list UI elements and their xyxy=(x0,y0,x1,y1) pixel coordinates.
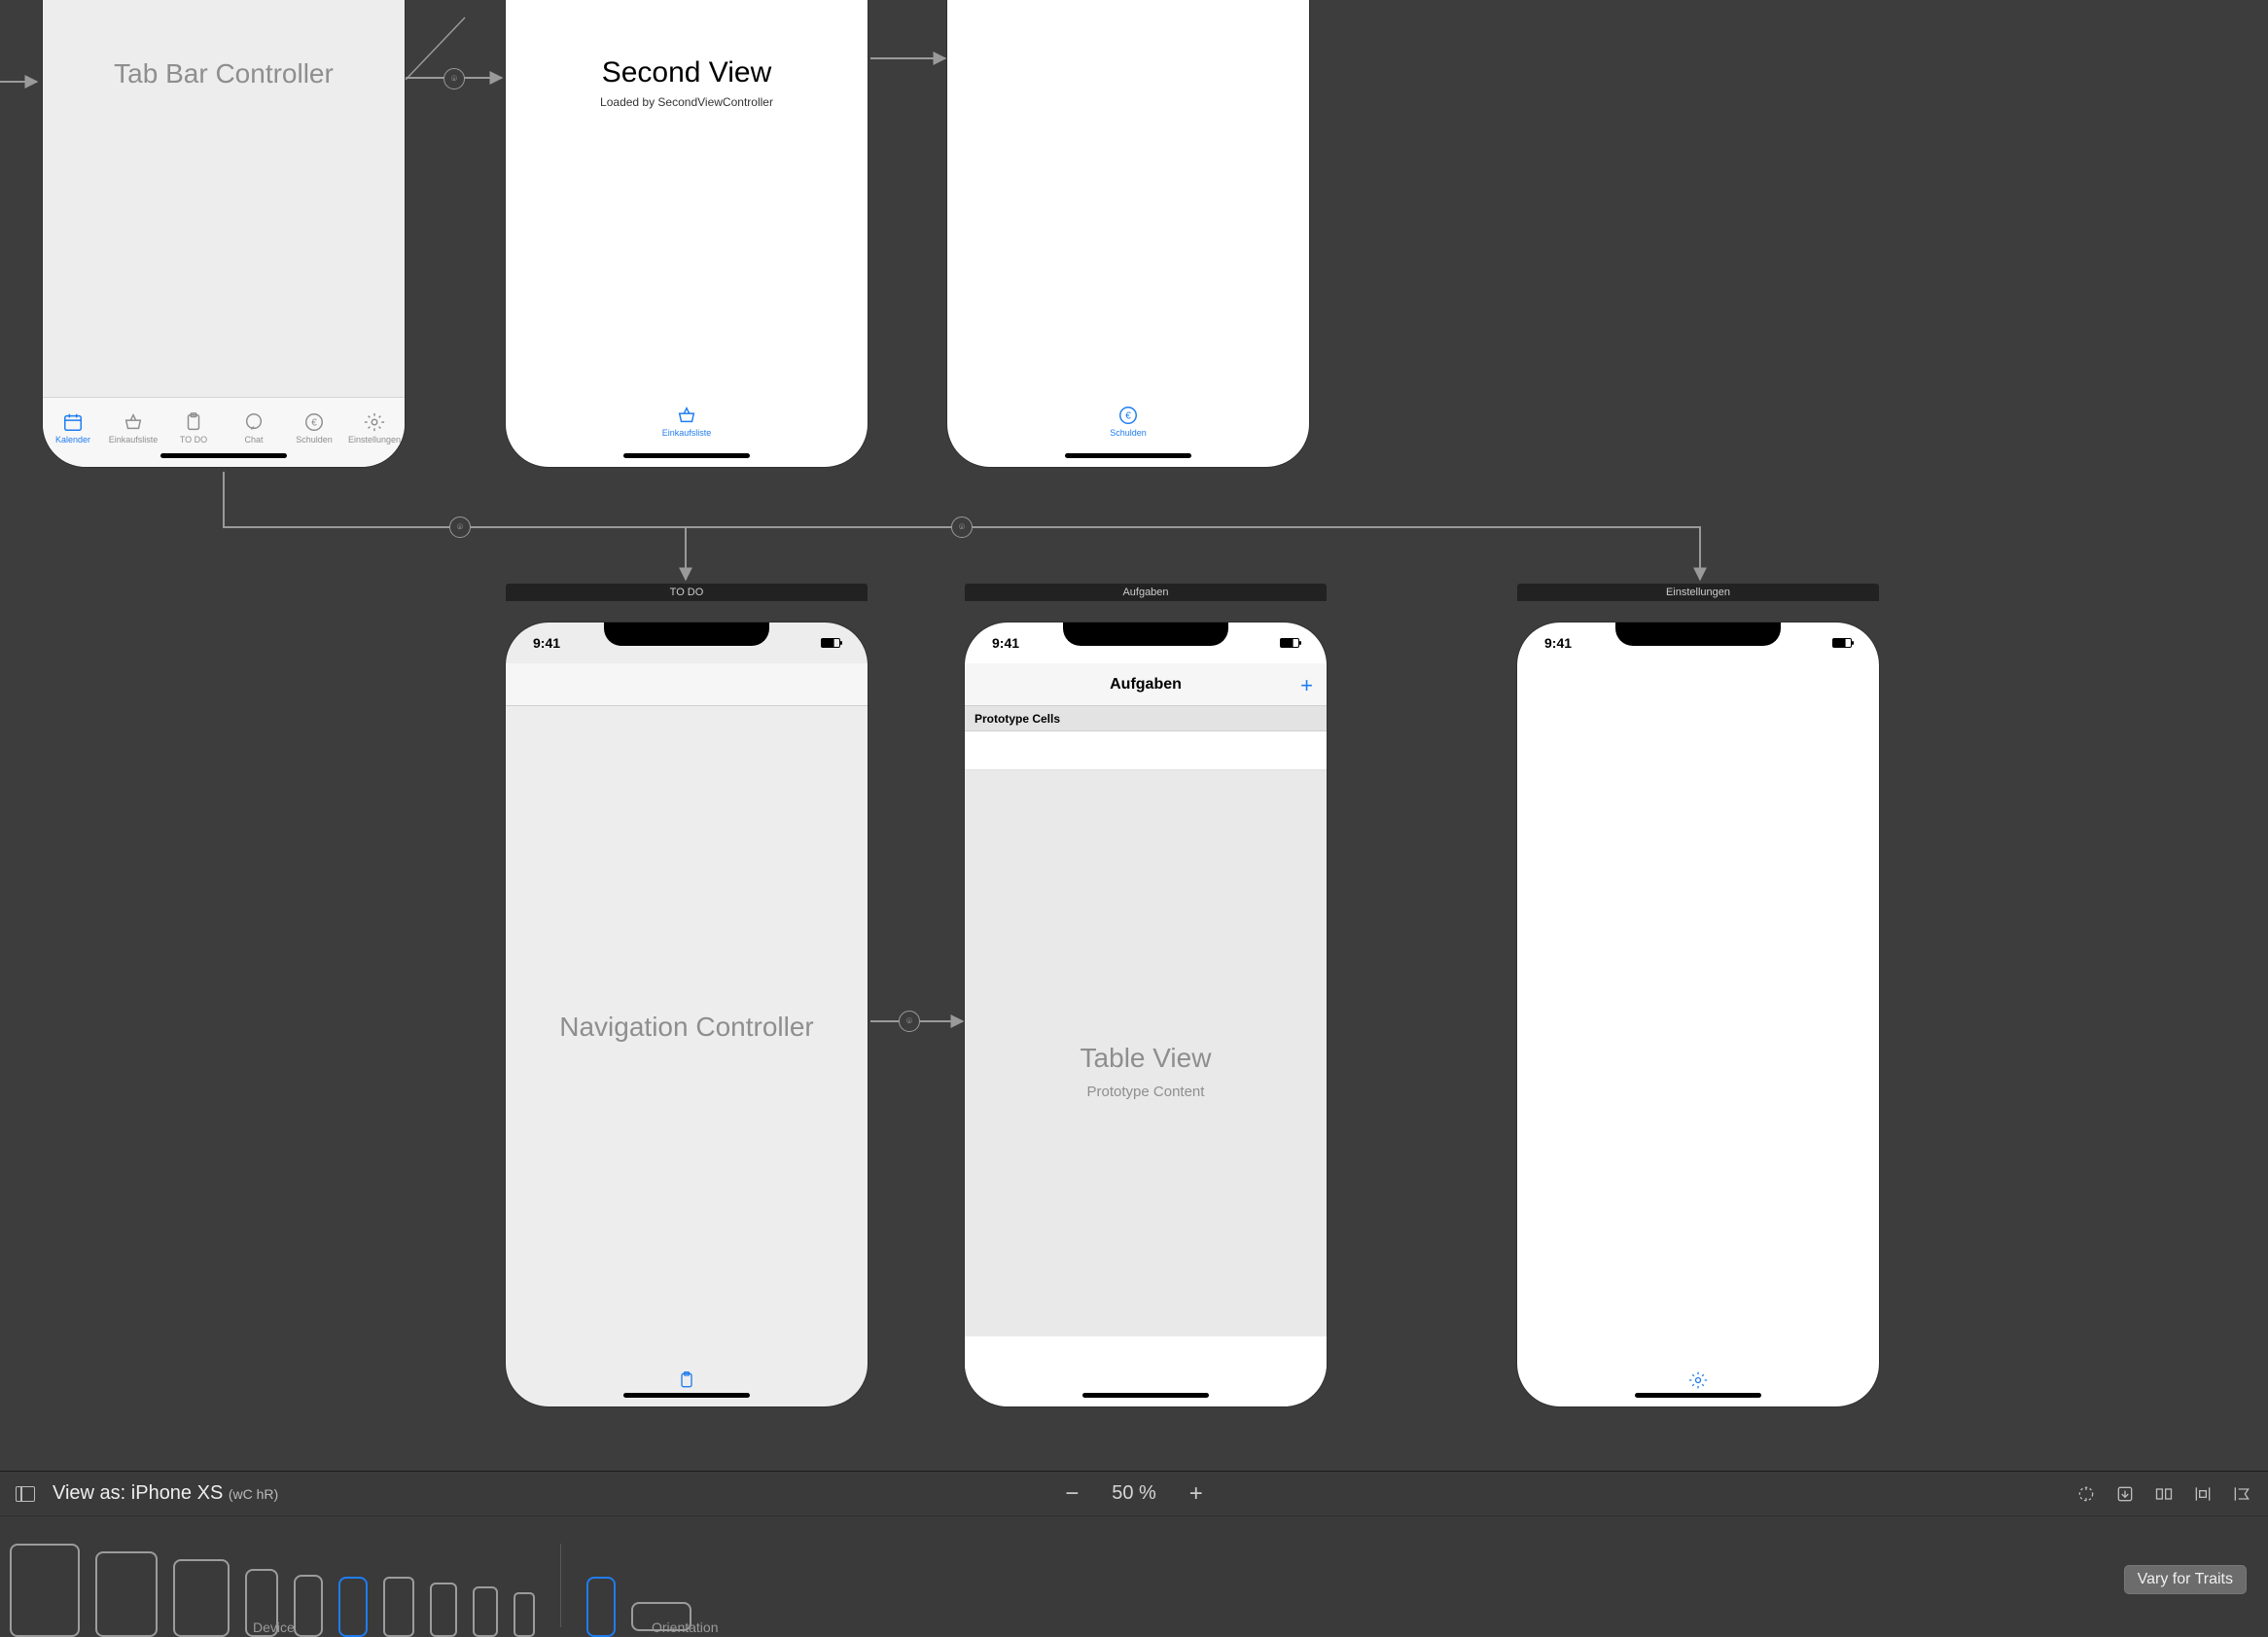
device-iphone-se[interactable] xyxy=(473,1586,498,1637)
scene-tab-bar-controller[interactable]: Tab Bar Controller Kalender Einkaufslist… xyxy=(43,0,405,467)
nav-bar: Aufgaben + xyxy=(965,663,1327,706)
gear-icon xyxy=(364,411,385,433)
pin-constraints-icon[interactable] xyxy=(2192,1484,2214,1504)
divider xyxy=(560,1544,561,1627)
euro-icon: € xyxy=(303,411,325,433)
status-time: 9:41 xyxy=(533,635,560,651)
home-indicator xyxy=(623,453,750,458)
segue-relationship-icon[interactable]: ⌾ xyxy=(899,1011,920,1032)
toggle-document-outline-button[interactable] xyxy=(16,1486,35,1502)
tab-label: Einkaufsliste xyxy=(109,435,159,445)
trait-bar-row2: Device Orientation Vary for Traits xyxy=(0,1516,2268,1637)
home-indicator xyxy=(1082,1393,1209,1398)
tab-einkaufsliste[interactable]: Einkaufsliste xyxy=(648,405,726,447)
zoom-in-button[interactable]: + xyxy=(1186,1483,1207,1505)
tab-label: Einstellungen xyxy=(348,435,401,445)
notch xyxy=(1615,623,1781,646)
tab-label: Schulden xyxy=(1110,428,1147,438)
svg-text:€: € xyxy=(311,417,317,428)
home-indicator xyxy=(160,453,287,458)
chat-icon xyxy=(243,411,265,433)
notch xyxy=(1063,623,1228,646)
embed-in-icon[interactable] xyxy=(2114,1484,2136,1504)
trait-variation-bar: View as: iPhone XS (wC hR) − 50 % + xyxy=(0,1471,2268,1636)
calendar-icon xyxy=(62,411,84,433)
controller-placeholder-title: Navigation Controller xyxy=(506,1012,868,1043)
notch xyxy=(604,623,769,646)
segue-relationship-icon[interactable]: ⌾ xyxy=(443,68,465,89)
home-indicator xyxy=(623,1393,750,1398)
update-frames-icon[interactable] xyxy=(2075,1484,2097,1504)
scene-aufgaben-table[interactable]: 9:41 Aufgaben + Prototype Cells Table Vi… xyxy=(965,623,1327,1406)
device-ipad-pro-11[interactable] xyxy=(95,1551,158,1637)
tab-todo-icon xyxy=(677,1370,696,1395)
prototype-cells-header: Prototype Cells xyxy=(965,706,1327,731)
scene-schulden[interactable]: € Schulden xyxy=(947,0,1309,467)
table-view-subtitle: Prototype Content xyxy=(965,1084,1327,1100)
tab-label: Schulden xyxy=(296,435,333,445)
controller-placeholder-title: Tab Bar Controller xyxy=(43,58,405,89)
basket-icon xyxy=(123,411,144,433)
battery-icon xyxy=(1832,638,1852,648)
device-caption: Device xyxy=(253,1619,295,1635)
tab-einstellungen[interactable]: Einstellungen xyxy=(344,398,405,467)
second-view-content: Second View Loaded by SecondViewControll… xyxy=(506,56,868,109)
svg-text:€: € xyxy=(1125,411,1131,422)
second-view-subtitle: Loaded by SecondViewController xyxy=(506,95,868,109)
tab-einkaufsliste[interactable]: Einkaufsliste xyxy=(103,398,163,467)
prototype-cell[interactable] xyxy=(965,731,1327,770)
status-time: 9:41 xyxy=(992,635,1019,651)
nav-bar xyxy=(506,663,868,706)
clipboard-icon xyxy=(183,411,204,433)
tab-einstellungen-icon xyxy=(1688,1370,1708,1395)
tab-kalender[interactable]: Kalender xyxy=(43,398,103,467)
basket-icon xyxy=(676,405,697,426)
tab-label: Chat xyxy=(244,435,263,445)
scene-bar-todo[interactable]: TO DO xyxy=(506,584,868,601)
tab-label: TO DO xyxy=(180,435,207,445)
trait-bar-row1: View as: iPhone XS (wC hR) − 50 % + xyxy=(0,1472,2268,1516)
resolve-issues-icon[interactable] xyxy=(2231,1484,2252,1504)
interface-builder-canvas[interactable]: ⌾ ⌾ ⌾ ⌾ Tab Bar Controller Kalender Eink… xyxy=(0,0,2268,1533)
home-indicator xyxy=(1635,1393,1761,1398)
orientation-caption: Orientation xyxy=(652,1619,718,1635)
device-iphone-8[interactable] xyxy=(430,1583,457,1637)
tab-schulden[interactable]: € Schulden xyxy=(1089,405,1167,447)
status-time: 9:41 xyxy=(1544,635,1572,651)
segue-relationship-icon[interactable]: ⌾ xyxy=(449,516,471,538)
nav-title: Aufgaben xyxy=(1110,676,1182,694)
tab-label: Kalender xyxy=(55,435,90,445)
scene-second-view[interactable]: Second View Loaded by SecondViewControll… xyxy=(506,0,868,467)
battery-icon xyxy=(1280,638,1299,648)
layout-tools xyxy=(2075,1484,2252,1504)
device-iphone-xr[interactable] xyxy=(294,1575,323,1637)
orientation-portrait[interactable] xyxy=(586,1577,616,1637)
home-indicator xyxy=(1065,453,1191,458)
add-button[interactable]: + xyxy=(1300,673,1313,698)
euro-icon: € xyxy=(1117,405,1139,426)
battery-icon xyxy=(821,638,840,648)
scene-einstellungen[interactable]: 9:41 xyxy=(1517,623,1879,1406)
align-icon[interactable] xyxy=(2153,1484,2175,1504)
device-iphone-xs[interactable] xyxy=(338,1577,368,1637)
tab-schulden[interactable]: € Schulden xyxy=(284,398,344,467)
device-iphone-4s[interactable] xyxy=(514,1592,535,1637)
table-view-body[interactable]: Table View Prototype Content xyxy=(965,770,1327,1336)
device-ipad[interactable] xyxy=(173,1559,230,1637)
scene-bar-einstellungen[interactable]: Einstellungen xyxy=(1517,584,1879,601)
vary-for-traits-button[interactable]: Vary for Traits xyxy=(2124,1565,2247,1594)
tab-label: Einkaufsliste xyxy=(662,428,712,438)
scene-bar-aufgaben[interactable]: Aufgaben xyxy=(965,584,1327,601)
zoom-level: 50 % xyxy=(1112,1482,1156,1505)
segue-relationship-icon[interactable]: ⌾ xyxy=(951,516,973,538)
second-view-title: Second View xyxy=(506,56,868,89)
zoom-controls: − 50 % + xyxy=(1061,1482,1207,1505)
device-iphone-8-plus[interactable] xyxy=(383,1577,414,1637)
view-as-label[interactable]: View as: iPhone XS (wC hR) xyxy=(53,1482,278,1505)
device-ipad-pro-12[interactable] xyxy=(10,1544,80,1637)
zoom-out-button[interactable]: − xyxy=(1061,1483,1082,1505)
scene-navigation-controller[interactable]: 9:41 Navigation Controller xyxy=(506,623,868,1406)
table-view-title: Table View xyxy=(965,1043,1327,1074)
